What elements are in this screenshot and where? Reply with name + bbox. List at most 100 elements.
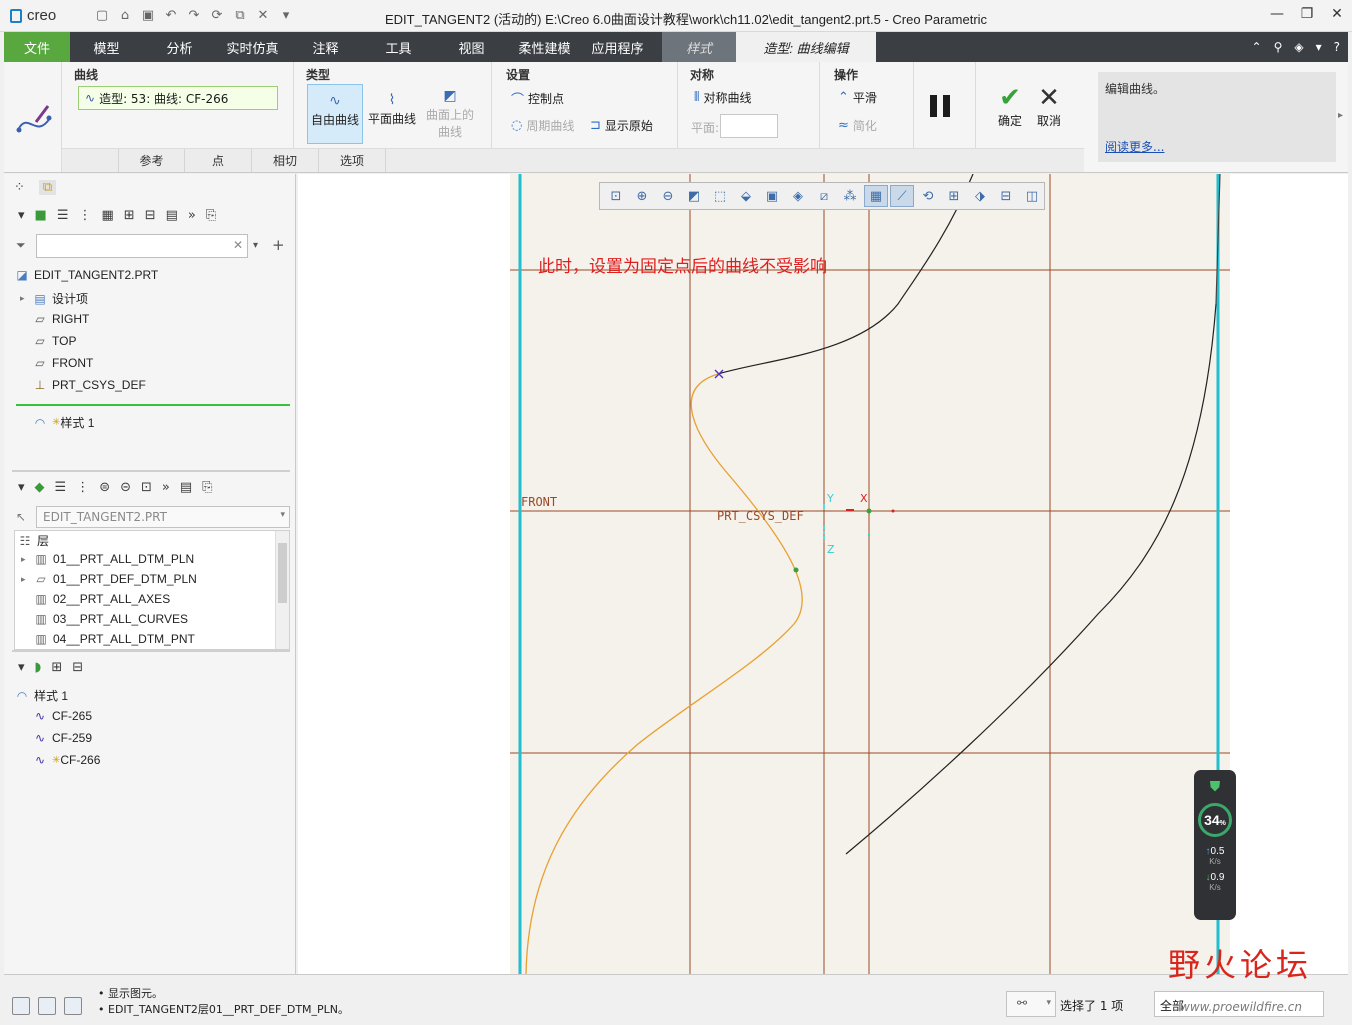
navigator-toggle-icon[interactable] bbox=[12, 997, 30, 1015]
redo-icon[interactable]: ↷ bbox=[184, 7, 204, 25]
menu-style[interactable]: 样式 bbox=[662, 32, 736, 62]
layer-hide-icon[interactable]: ⊝ bbox=[120, 480, 131, 495]
add-filter-icon[interactable]: + bbox=[272, 236, 285, 254]
customize-icon[interactable]: ▾ bbox=[276, 7, 296, 25]
free-curve-button[interactable]: ∿ 自由曲线 bbox=[307, 84, 363, 144]
saved-orientations-icon[interactable]: ⬙ bbox=[734, 185, 758, 207]
browser-toggle-icon[interactable] bbox=[38, 997, 56, 1015]
section-icon[interactable]: ⧄ bbox=[812, 185, 836, 207]
new-icon[interactable]: ▢ bbox=[92, 7, 112, 25]
scrollbar-thumb[interactable] bbox=[278, 543, 287, 603]
expand-icon[interactable]: ▸ bbox=[20, 293, 32, 304]
periodic-curve-button[interactable]: ◌ 周期曲线 bbox=[511, 117, 574, 134]
regenerate-icon[interactable]: ⟳ bbox=[207, 7, 227, 25]
read-more-link[interactable]: 阅读更多... bbox=[1105, 138, 1164, 155]
style-tree-collapse-icon[interactable]: ▾ bbox=[18, 660, 25, 675]
graphics-window[interactable]: FRONT PRT_CSYS_DEF Y X Z 此时，设置为固定点后的曲线不受… bbox=[298, 174, 1348, 974]
tab-options[interactable]: 选项 bbox=[319, 149, 386, 172]
layer-show-icon[interactable]: ⊜ bbox=[99, 480, 110, 495]
tree-settings-icon[interactable]: ⊟ bbox=[145, 208, 156, 223]
menu-applications[interactable]: 应用程序 bbox=[581, 32, 654, 62]
layer-model-select[interactable]: EDIT_TANGENT2.PRT ▾ bbox=[36, 506, 290, 528]
show-original-button[interactable]: ⊐ 显示原始 bbox=[590, 117, 653, 134]
spin-center-icon[interactable]: ⟲ bbox=[916, 185, 940, 207]
pause-button[interactable] bbox=[926, 92, 954, 124]
close-icon[interactable]: ✕ bbox=[1330, 6, 1344, 22]
style-curve-item[interactable]: ∿ CF-259 bbox=[32, 731, 92, 745]
help-icon[interactable]: ? bbox=[1334, 40, 1340, 54]
layer-list-icon[interactable]: ⋮ bbox=[76, 480, 89, 495]
menu-analysis[interactable]: 分析 bbox=[143, 32, 216, 62]
expand-icon[interactable]: ▸ bbox=[21, 574, 33, 585]
menu-model[interactable]: 模型 bbox=[70, 32, 143, 62]
tree-root[interactable]: ◪ EDIT_TANGENT2.PRT bbox=[14, 268, 158, 282]
symmetric-curve-button[interactable]: ⫴ 对称曲线 bbox=[694, 89, 751, 106]
style-curve-item[interactable]: ∿ ✳ CF-266 bbox=[32, 753, 100, 767]
control-points-button[interactable]: ⌒ 控制点 bbox=[511, 89, 564, 108]
cf-259-curve[interactable] bbox=[845, 303, 1217, 855]
search-dropdown-icon[interactable]: ▾ bbox=[253, 240, 258, 251]
coordinate-system[interactable] bbox=[823, 504, 895, 542]
layer-row[interactable]: ▸ ▱ 01__PRT_DEF_DTM_PLN bbox=[21, 572, 197, 586]
select-pointer-icon[interactable]: ↖ bbox=[16, 510, 26, 524]
model-tree-tab-icon[interactable]: ⁘ bbox=[14, 180, 25, 195]
community-icon[interactable]: ◈ bbox=[1294, 40, 1303, 54]
datum-display-icon[interactable]: ⁂ bbox=[838, 185, 862, 207]
save-icon[interactable]: ▣ bbox=[138, 7, 158, 25]
style-tree-filter-icon[interactable]: ⊞ bbox=[51, 660, 62, 675]
layer-collapse-icon[interactable]: ▾ bbox=[18, 480, 25, 495]
layer-properties-icon[interactable]: ▤ bbox=[180, 480, 192, 495]
maximize-icon[interactable]: ❐ bbox=[1300, 6, 1314, 22]
tree-list-icon[interactable]: ⋮ bbox=[78, 208, 91, 223]
menu-view[interactable]: 视图 bbox=[435, 32, 508, 62]
tree-filter-icon[interactable]: ⊞ bbox=[124, 208, 135, 223]
menu-curve-edit-active[interactable]: 造型: 曲线编辑 bbox=[736, 32, 876, 62]
chevron-down-icon[interactable]: ▾ bbox=[280, 510, 285, 520]
tree-columns-icon[interactable]: ☰ bbox=[57, 208, 69, 223]
annotation-display-icon[interactable]: ▦ bbox=[864, 185, 888, 207]
panel-divider-2[interactable] bbox=[12, 650, 290, 652]
display-style-icon[interactable]: ⬚ bbox=[708, 185, 732, 207]
tree-item-design-items[interactable]: ▸ ▤ 设计项 bbox=[20, 290, 88, 307]
open-icon[interactable]: ⌂ bbox=[115, 7, 135, 25]
menu-simulation[interactable]: 实时仿真 bbox=[216, 32, 289, 62]
layer-row[interactable]: ▥ 02__PRT_ALL_AXES bbox=[33, 592, 170, 606]
layers-icon[interactable]: ◆ bbox=[35, 480, 45, 495]
tab-points[interactable]: 点 bbox=[185, 149, 252, 172]
plane-input[interactable] bbox=[720, 114, 778, 138]
view-manager-icon[interactable]: ▣ bbox=[760, 185, 784, 207]
menu-file[interactable]: 文件 bbox=[4, 32, 70, 62]
refit-icon[interactable]: ⊡ bbox=[604, 185, 628, 207]
clear-search-icon[interactable]: ✕ bbox=[233, 238, 243, 252]
zoom-in-icon[interactable]: ⊕ bbox=[630, 185, 654, 207]
filter-select[interactable]: 全部 bbox=[1154, 991, 1324, 1017]
menu-tools[interactable]: 工具 bbox=[362, 32, 435, 62]
style-tree-settings-icon[interactable]: ⊟ bbox=[72, 660, 83, 675]
style-tree-icon[interactable]: ◗ bbox=[35, 660, 42, 675]
layer-export-icon[interactable]: ⎘ bbox=[202, 480, 212, 495]
ok-button[interactable]: ✔ 确定 bbox=[992, 84, 1028, 129]
layer-row[interactable]: ▥ 03__PRT_ALL_CURVES bbox=[33, 612, 188, 626]
tab-references[interactable]: 参考 bbox=[118, 149, 185, 172]
layer-header[interactable]: ☷ 层 bbox=[17, 532, 49, 549]
active-plane-icon[interactable]: ⊟ bbox=[994, 185, 1018, 207]
chevron-down-icon[interactable]: ▾ bbox=[1046, 998, 1051, 1008]
tree-more-icon[interactable]: » bbox=[188, 208, 196, 223]
layer-columns-icon[interactable]: ☰ bbox=[55, 480, 67, 495]
search-icon[interactable]: ⚲ bbox=[1274, 40, 1283, 54]
grid-icon[interactable]: ⊞ bbox=[942, 185, 966, 207]
tree-collapse-icon[interactable]: ▾ bbox=[18, 208, 25, 223]
expand-icon[interactable]: ▸ bbox=[21, 554, 33, 565]
tab-tangency[interactable]: 相切 bbox=[252, 149, 319, 172]
layer-row[interactable]: ▥ 04__PRT_ALL_DTM_PNT bbox=[33, 632, 195, 646]
tree-search-input[interactable]: ✕ bbox=[36, 234, 248, 258]
sketch-plane-icon[interactable]: ⬗ bbox=[968, 185, 992, 207]
insert-indicator[interactable] bbox=[16, 404, 290, 406]
zoom-out-icon[interactable]: ⊖ bbox=[656, 185, 680, 207]
layer-row[interactable]: ▸ ▥ 01__PRT_ALL_DTM_PLN bbox=[21, 552, 194, 566]
smooth-button[interactable]: ⌃ 平滑 bbox=[838, 89, 877, 106]
selection-filter-button[interactable]: ⚯ ▾ bbox=[1006, 991, 1056, 1017]
menu-annotate[interactable]: 注释 bbox=[289, 32, 362, 62]
simplify-button[interactable]: ≈ 简化 bbox=[838, 117, 877, 134]
curve-display-icon[interactable]: ⟋ bbox=[890, 185, 914, 207]
